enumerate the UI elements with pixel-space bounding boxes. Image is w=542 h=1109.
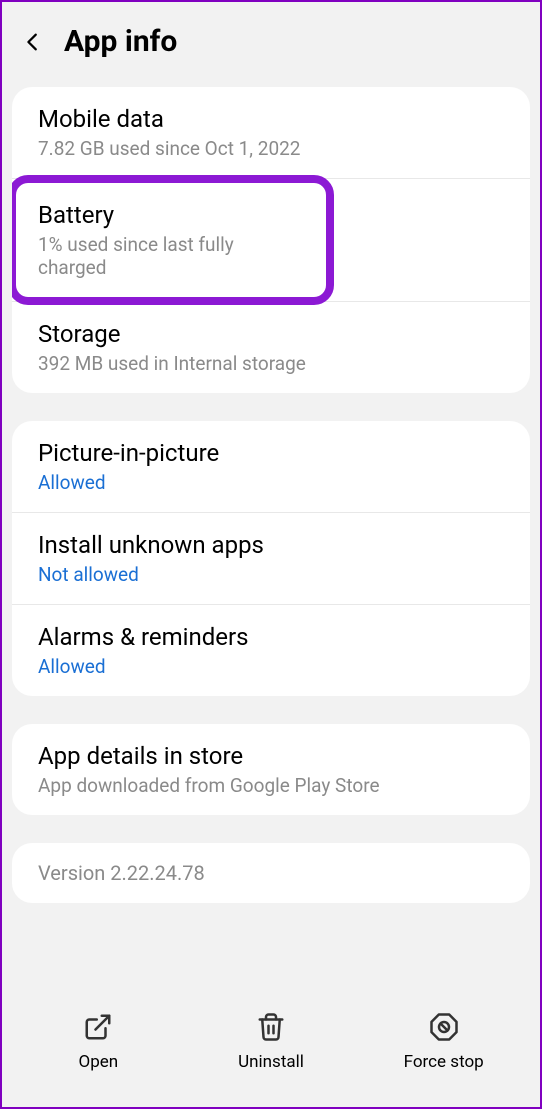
item-mobile-data[interactable]: Mobile data 7.82 GB used since Oct 1, 20… bbox=[12, 87, 530, 179]
section-store: App details in store App downloaded from… bbox=[12, 724, 530, 815]
item-storage[interactable]: Storage 392 MB used in Internal storage bbox=[12, 302, 530, 393]
uninstall-label: Uninstall bbox=[238, 1052, 304, 1072]
force-stop-label: Force stop bbox=[404, 1052, 484, 1072]
item-subtitle: 392 MB used in Internal storage bbox=[38, 352, 504, 375]
battery-highlight: Battery 1% used since last fully charged bbox=[12, 175, 334, 305]
item-title: Picture-in-picture bbox=[38, 439, 504, 467]
section-version: Version 2.22.24.78 bbox=[12, 843, 530, 903]
item-title: Mobile data bbox=[38, 105, 504, 133]
item-subtitle: 7.82 GB used since Oct 1, 2022 bbox=[38, 137, 504, 160]
open-button[interactable]: Open bbox=[12, 1012, 185, 1072]
item-title: Battery bbox=[38, 201, 304, 229]
force-stop-button[interactable]: Force stop bbox=[357, 1012, 530, 1072]
uninstall-button[interactable]: Uninstall bbox=[185, 1012, 358, 1072]
item-subtitle: Allowed bbox=[38, 471, 504, 494]
back-icon[interactable] bbox=[22, 31, 44, 53]
open-label: Open bbox=[79, 1052, 119, 1072]
header: App info bbox=[2, 2, 540, 87]
item-subtitle: Allowed bbox=[38, 655, 504, 678]
item-title: Install unknown apps bbox=[38, 531, 504, 559]
item-title: Storage bbox=[38, 320, 504, 348]
stop-icon bbox=[429, 1012, 459, 1042]
item-subtitle: Not allowed bbox=[38, 563, 504, 586]
item-version: Version 2.22.24.78 bbox=[12, 843, 530, 903]
item-subtitle: 1% used since last fully charged bbox=[38, 233, 304, 279]
section-permissions: Picture-in-picture Allowed Install unkno… bbox=[12, 421, 530, 696]
item-pip[interactable]: Picture-in-picture Allowed bbox=[12, 421, 530, 513]
trash-icon bbox=[256, 1012, 286, 1042]
item-battery[interactable]: Battery 1% used since last fully charged bbox=[12, 175, 530, 302]
item-store-details[interactable]: App details in store App downloaded from… bbox=[12, 724, 530, 815]
section-usage: Mobile data 7.82 GB used since Oct 1, 20… bbox=[12, 87, 530, 393]
open-icon bbox=[83, 1012, 113, 1042]
item-title: App details in store bbox=[38, 742, 504, 770]
footer-toolbar: Open Uninstall Force stop bbox=[2, 987, 540, 1107]
page-title: App info bbox=[64, 24, 177, 59]
version-text: Version 2.22.24.78 bbox=[38, 861, 504, 885]
item-unknown-apps[interactable]: Install unknown apps Not allowed bbox=[12, 513, 530, 605]
item-alarms[interactable]: Alarms & reminders Allowed bbox=[12, 605, 530, 696]
item-title: Alarms & reminders bbox=[38, 623, 504, 651]
item-subtitle: App downloaded from Google Play Store bbox=[38, 774, 504, 797]
